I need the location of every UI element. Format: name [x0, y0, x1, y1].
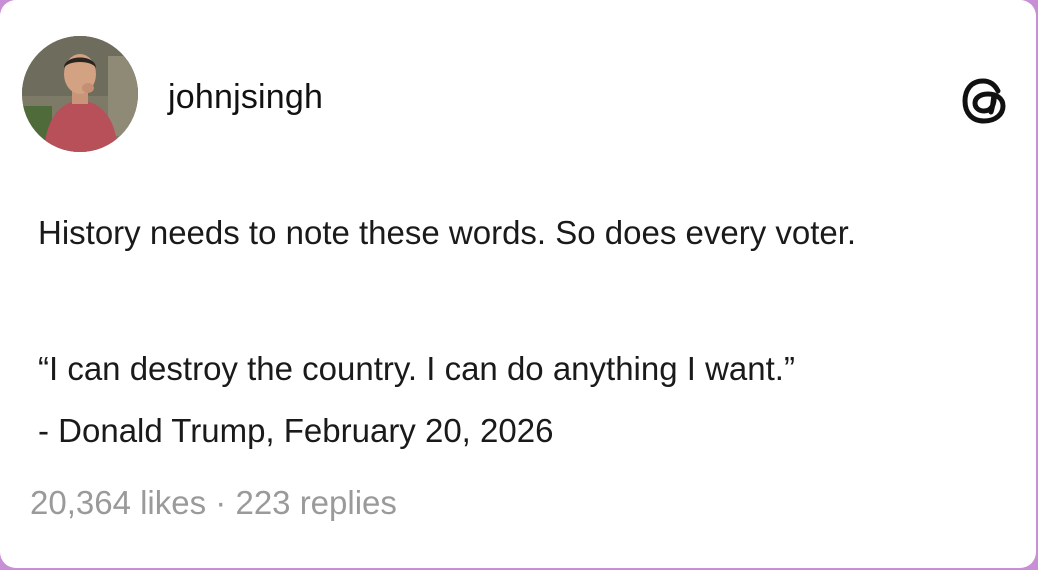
- quote-attribution: - Donald Trump, February 20, 2026: [38, 412, 554, 449]
- replies-count[interactable]: 223 replies: [235, 484, 396, 521]
- avatar-image: [22, 36, 138, 152]
- threads-logo-icon[interactable]: [958, 74, 1012, 128]
- username[interactable]: johnjsingh: [168, 78, 323, 117]
- threads-post-card: johnjsingh History needs to note these w…: [0, 0, 1036, 568]
- avatar[interactable]: [22, 36, 138, 152]
- post-stats: 20,364 likes · 223 replies: [30, 484, 397, 522]
- quote-line: “I can destroy the country. I can do any…: [38, 350, 795, 387]
- likes-count[interactable]: 20,364 likes: [30, 484, 206, 521]
- stats-separator: ·: [215, 484, 227, 521]
- post-body-text: History needs to note these words. So do…: [38, 214, 857, 251]
- quote-block: “I can destroy the country. I can do any…: [38, 338, 1018, 462]
